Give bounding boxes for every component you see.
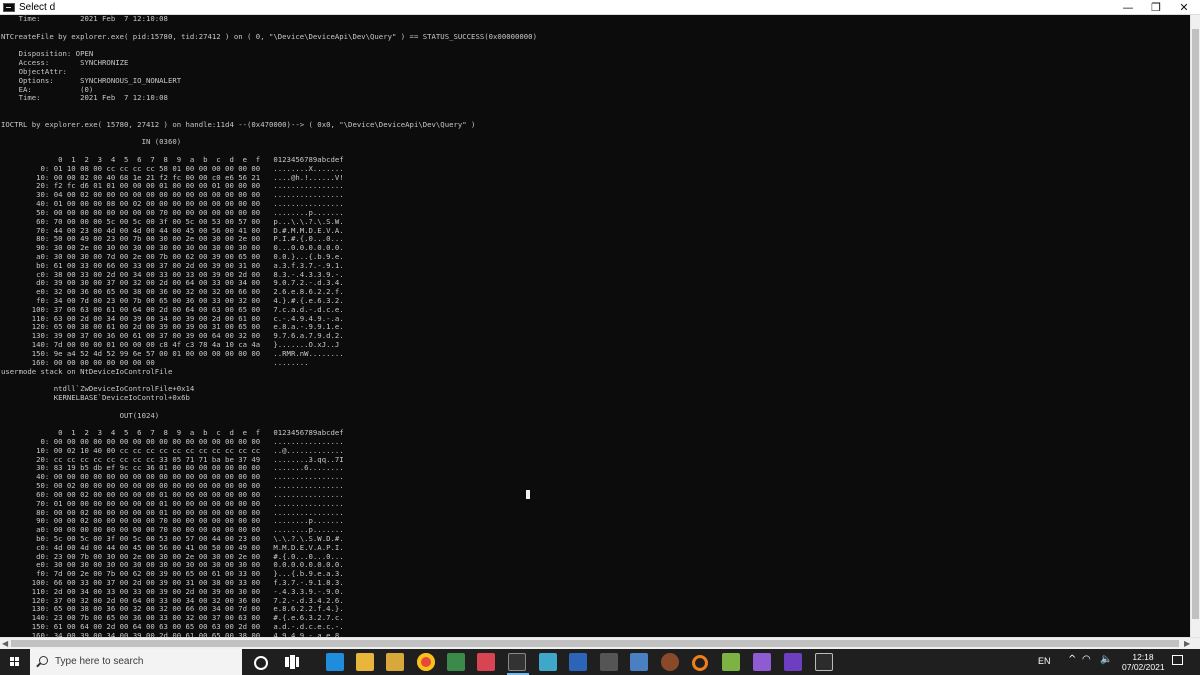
language-indicator[interactable]: EN (1038, 656, 1051, 666)
minimize-button[interactable]: — (1114, 0, 1142, 15)
notepad-plus-icon[interactable] (722, 653, 740, 671)
task-view-icon[interactable] (283, 653, 301, 671)
window-title-bar[interactable]: Select d — ❐ ✕ (0, 0, 1200, 15)
cortana-icon[interactable] (254, 656, 268, 670)
start-button[interactable] (0, 649, 30, 675)
clock-date: 07/02/2021 (1122, 662, 1165, 672)
volume-icon[interactable]: 🔈 (1100, 654, 1112, 665)
scroll-right-arrow-icon[interactable]: ▶ (1184, 638, 1190, 649)
vertical-scrollbar-thumb[interactable] (1192, 29, 1199, 619)
console-output-area[interactable]: Time: 2021 Feb 7 12:10:08 NTCreateFile b… (0, 15, 1190, 637)
windows-logo-icon (10, 657, 20, 667)
powershell-icon[interactable] (569, 653, 587, 671)
app-blue-icon[interactable] (630, 653, 648, 671)
taskbar: Type here to search EN ^ ◠ 🔈 12:18 07/02… (0, 649, 1200, 675)
visual-studio-icon[interactable] (753, 653, 771, 671)
tray-chevron-icon[interactable]: ^ (1068, 654, 1076, 665)
chrome-browser-icon[interactable] (417, 653, 435, 671)
app-gray-icon[interactable] (600, 653, 618, 671)
network-icon[interactable]: ◠ (1082, 654, 1091, 665)
clock[interactable]: 12:18 07/02/2021 (1122, 652, 1165, 672)
app-red-icon[interactable] (477, 653, 495, 671)
magnifier-app-icon[interactable] (692, 655, 708, 671)
excel-app-icon[interactable] (447, 653, 465, 671)
app-cyan-icon[interactable] (539, 653, 557, 671)
vertical-scrollbar[interactable] (1190, 15, 1200, 637)
mail-app-icon[interactable] (326, 653, 344, 671)
folder-icon[interactable] (386, 653, 404, 671)
taskbar-search-box[interactable]: Type here to search (30, 649, 242, 675)
terminal-app-icon[interactable] (508, 653, 526, 671)
horizontal-scrollbar-thumb[interactable] (11, 640, 1179, 647)
user-avatar-icon[interactable] (661, 653, 679, 671)
horizontal-scrollbar[interactable]: ◀ ▶ (0, 637, 1200, 649)
system-tray: EN ^ ◠ 🔈 12:18 07/02/2021 (1030, 649, 1200, 675)
restore-button[interactable]: ❐ (1142, 0, 1170, 15)
search-placeholder: Type here to search (55, 656, 144, 667)
calculator-icon[interactable] (815, 653, 833, 671)
console-output-text: Time: 2021 Feb 7 12:10:08 NTCreateFile b… (1, 15, 537, 637)
clock-time: 12:18 (1132, 652, 1154, 662)
console-app-icon (3, 3, 15, 12)
close-button[interactable]: ✕ (1170, 0, 1198, 15)
notifications-icon[interactable] (1172, 655, 1183, 665)
visual-studio-alt-icon[interactable] (784, 653, 802, 671)
text-cursor (526, 490, 530, 499)
search-icon (39, 656, 48, 665)
scroll-left-arrow-icon[interactable]: ◀ (2, 638, 8, 649)
window-title: Select d (19, 2, 56, 13)
file-explorer-icon[interactable] (356, 653, 374, 671)
